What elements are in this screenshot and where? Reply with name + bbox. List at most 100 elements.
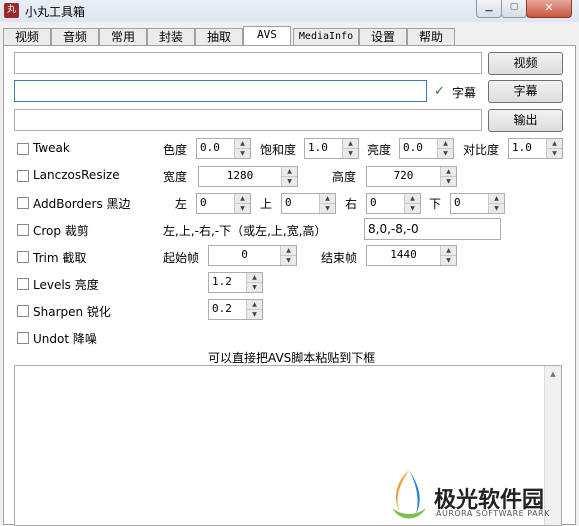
levels-checkbox[interactable] bbox=[17, 278, 29, 290]
output-path-input[interactable] bbox=[14, 109, 482, 131]
maximize-button[interactable]: ▢ bbox=[501, 0, 527, 18]
addborders-label: AddBorders 黑边 bbox=[33, 197, 131, 211]
crop-checkbox[interactable] bbox=[17, 224, 29, 236]
spin-down-icon[interactable]: ▼ bbox=[343, 149, 358, 158]
tab-common[interactable]: 常用 bbox=[99, 28, 147, 45]
trim-checkbox[interactable] bbox=[17, 251, 29, 263]
spin-up-icon[interactable]: ▲ bbox=[235, 194, 250, 204]
brightness-value: 0.0 bbox=[403, 141, 423, 154]
tab-help[interactable]: 帮助 bbox=[407, 28, 455, 45]
close-button[interactable]: ✕ bbox=[526, 0, 572, 18]
border-bottom-label: 下 bbox=[429, 197, 442, 211]
trim-start-spinbox[interactable]: 0 ▲ ▼ bbox=[208, 245, 297, 266]
saturation-spinbox[interactable]: 1.0 ▲ ▼ bbox=[304, 138, 359, 159]
tab-avs[interactable]: AVS bbox=[243, 26, 291, 46]
spin-up-icon[interactable]: ▲ bbox=[247, 273, 262, 283]
border-left-spinbox[interactable]: 0 ▲ ▼ bbox=[196, 193, 251, 214]
saturation-label: 饱和度 bbox=[260, 143, 297, 157]
minimize-button[interactable]: ▁ bbox=[476, 0, 502, 18]
border-right-spinbox[interactable]: 0 ▲ ▼ bbox=[366, 193, 421, 214]
spin-down-icon[interactable]: ▼ bbox=[438, 149, 453, 158]
crop-value: 8,0,-8,-0 bbox=[368, 222, 419, 236]
trim-end-value: 1440 bbox=[390, 248, 417, 261]
tab-settings[interactable]: 设置 bbox=[359, 28, 407, 45]
output-button[interactable]: 输出 bbox=[488, 109, 563, 132]
tab-mediainfo[interactable]: MediaInfo bbox=[293, 28, 359, 45]
hue-value: 0.0 bbox=[200, 141, 220, 154]
brightness-label: 亮度 bbox=[367, 143, 392, 157]
height-value: 720 bbox=[393, 169, 414, 182]
crop-input[interactable]: 8,0,-8,-0 bbox=[364, 218, 501, 240]
video-button[interactable]: 视频 bbox=[488, 52, 563, 75]
spin-down-icon[interactable]: ▼ bbox=[235, 149, 250, 158]
levels-spinbox[interactable]: 1.2 ▲ ▼ bbox=[208, 272, 263, 293]
trim-end-label: 结束帧 bbox=[321, 251, 358, 265]
trim-start-label: 起始帧 bbox=[163, 251, 200, 265]
levels-value: 1.2 bbox=[212, 275, 232, 288]
tweak-checkbox[interactable] bbox=[17, 143, 29, 155]
spin-down-icon[interactable]: ▼ bbox=[320, 204, 335, 213]
subtitle-button[interactable]: 字幕 bbox=[488, 80, 563, 103]
undot-label: Undot 降噪 bbox=[33, 332, 97, 346]
spin-up-icon[interactable]: ▲ bbox=[282, 167, 297, 177]
spin-down-icon[interactable]: ▼ bbox=[235, 204, 250, 213]
lanczos-label: LanczosResize bbox=[33, 168, 120, 182]
spin-down-icon[interactable]: ▼ bbox=[489, 204, 504, 213]
spin-down-icon[interactable]: ▼ bbox=[247, 283, 262, 292]
sharpen-label: Sharpen 锐化 bbox=[33, 305, 111, 319]
sharpen-value: 0.2 bbox=[212, 302, 232, 315]
subtitle-path-input[interactable] bbox=[14, 80, 427, 102]
hue-label: 色度 bbox=[163, 143, 188, 157]
spin-down-icon[interactable]: ▼ bbox=[441, 256, 456, 265]
crop-label: Crop 裁剪 bbox=[33, 224, 89, 238]
spin-up-icon[interactable]: ▲ bbox=[343, 139, 358, 149]
scroll-up-icon[interactable]: ▲ bbox=[545, 366, 561, 382]
spin-down-icon[interactable]: ▼ bbox=[547, 149, 562, 158]
spin-up-icon[interactable]: ▲ bbox=[438, 139, 453, 149]
title-bar[interactable]: 丸 小丸工具箱 ▁ ▢ ✕ bbox=[0, 0, 579, 22]
app-icon: 丸 bbox=[4, 3, 19, 18]
spin-up-icon[interactable]: ▲ bbox=[441, 246, 456, 256]
border-bottom-spinbox[interactable]: 0 ▲ ▼ bbox=[450, 193, 505, 214]
app-window: 丸 小丸工具箱 ▁ ▢ ✕ 视频 音频 常用 封装 抽取 AVS MediaIn… bbox=[0, 0, 579, 526]
tab-extract[interactable]: 抽取 bbox=[195, 28, 243, 45]
tab-video[interactable]: 视频 bbox=[3, 28, 51, 45]
spin-up-icon[interactable]: ▲ bbox=[320, 194, 335, 204]
subtitle-checkbox[interactable]: ✓ bbox=[434, 84, 445, 99]
spin-up-icon[interactable]: ▲ bbox=[405, 194, 420, 204]
spin-down-icon[interactable]: ▼ bbox=[281, 256, 296, 265]
watermark: 极光软件园 AURORA SOFTWARE PARK bbox=[386, 468, 572, 524]
spin-up-icon[interactable]: ▲ bbox=[235, 139, 250, 149]
border-right-label: 右 bbox=[345, 197, 358, 211]
border-top-spinbox[interactable]: 0 ▲ ▼ bbox=[281, 193, 336, 214]
contrast-spinbox[interactable]: 1.0 ▲ ▼ bbox=[508, 138, 563, 159]
watermark-sub: AURORA SOFTWARE PARK bbox=[436, 509, 550, 518]
video-path-input[interactable] bbox=[14, 52, 482, 74]
spin-up-icon[interactable]: ▲ bbox=[247, 300, 262, 310]
sharpen-checkbox[interactable] bbox=[17, 305, 29, 317]
tab-mux[interactable]: 封装 bbox=[147, 28, 195, 45]
levels-label: Levels 亮度 bbox=[33, 278, 99, 292]
spin-down-icon[interactable]: ▼ bbox=[247, 310, 262, 319]
spin-up-icon[interactable]: ▲ bbox=[281, 246, 296, 256]
addborders-checkbox[interactable] bbox=[17, 197, 29, 209]
spin-down-icon[interactable]: ▼ bbox=[441, 177, 456, 186]
spin-down-icon[interactable]: ▼ bbox=[282, 177, 297, 186]
height-spinbox[interactable]: 720 ▲ ▼ bbox=[366, 166, 457, 187]
saturation-value: 1.0 bbox=[308, 141, 328, 154]
trim-end-spinbox[interactable]: 1440 ▲ ▼ bbox=[366, 245, 457, 266]
undot-checkbox[interactable] bbox=[17, 332, 29, 344]
sharpen-spinbox[interactable]: 0.2 ▲ ▼ bbox=[208, 299, 263, 320]
hue-spinbox[interactable]: 0.0 ▲ ▼ bbox=[196, 138, 251, 159]
spin-up-icon[interactable]: ▲ bbox=[441, 167, 456, 177]
spin-up-icon[interactable]: ▲ bbox=[547, 139, 562, 149]
aurora-logo-icon bbox=[392, 470, 426, 519]
lanczos-checkbox[interactable] bbox=[17, 170, 29, 182]
brightness-spinbox[interactable]: 0.0 ▲ ▼ bbox=[399, 138, 454, 159]
trim-start-value: 0 bbox=[241, 248, 248, 261]
tab-audio[interactable]: 音频 bbox=[51, 28, 99, 45]
border-top-value: 0 bbox=[285, 196, 292, 209]
spin-up-icon[interactable]: ▲ bbox=[489, 194, 504, 204]
spin-down-icon[interactable]: ▼ bbox=[405, 204, 420, 213]
width-spinbox[interactable]: 1280 ▲ ▼ bbox=[198, 166, 298, 187]
